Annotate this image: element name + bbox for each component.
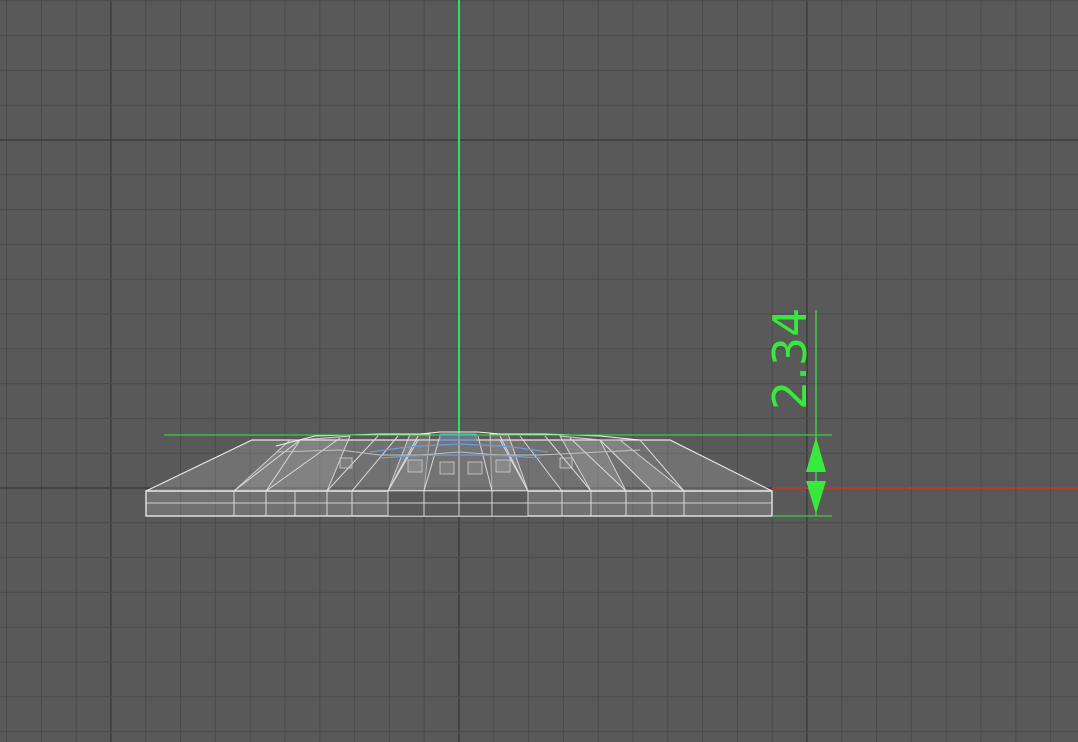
dimension-value-label: 2.34 xyxy=(763,308,817,410)
3d-viewport[interactable]: 2.34 xyxy=(0,0,1078,742)
viewport-background xyxy=(0,0,1078,742)
viewport-canvas[interactable]: 2.34 xyxy=(0,0,1078,742)
